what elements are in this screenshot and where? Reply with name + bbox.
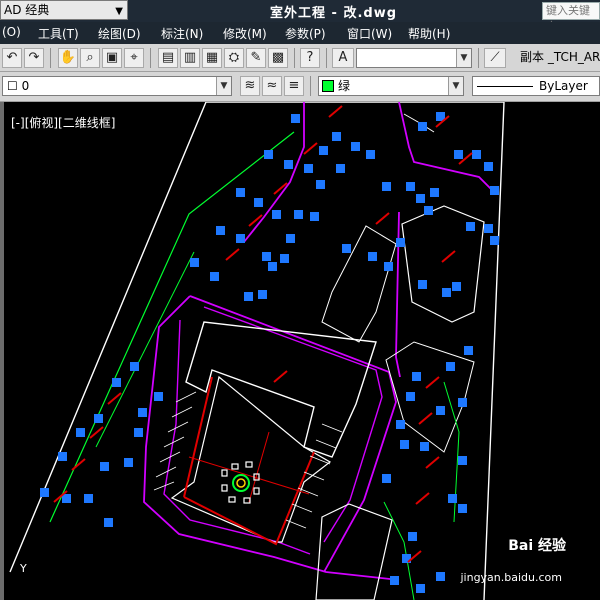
main-building [185, 321, 377, 458]
layer-previous-icon[interactable]: ≈ [262, 76, 282, 96]
menu-item-format[interactable]: (O) [2, 25, 21, 39]
chevron-down-icon: ▼ [115, 6, 123, 17]
linetype-preview [477, 86, 533, 87]
document-title: 室外工程 - 改.dwg [270, 6, 398, 21]
red-line-left [183, 376, 213, 498]
watermark-url: jingyan.baidu.com [460, 571, 562, 584]
zoom-realtime-icon[interactable]: ⌕ [80, 48, 100, 68]
linetype-value: ByLayer [539, 79, 588, 93]
pan-icon[interactable]: ✋ [58, 48, 78, 68]
fountain-rays [221, 461, 260, 504]
menu-item-parametric[interactable]: 参数(P) [285, 25, 326, 42]
layer-value: 0 [21, 79, 30, 93]
magenta-inner-loop [163, 319, 311, 555]
properties-icon[interactable]: ▤ [158, 48, 178, 68]
calculator-icon[interactable]: ▩ [268, 48, 288, 68]
workspace-dropdown[interactable]: AD 经典 ▼ [0, 0, 128, 20]
viewport-label[interactable]: [-][俯视][二维线框] [11, 114, 115, 131]
tool-palettes-icon[interactable]: ▦ [202, 48, 222, 68]
menu-item-modify[interactable]: 修改(M) [223, 25, 267, 42]
linetype-select[interactable]: ByLayer [472, 76, 600, 96]
layer-state-icon: ☐ [7, 79, 18, 93]
sheet-set-icon[interactable]: ⛭ [224, 48, 244, 68]
menu-item-help[interactable]: 帮助(H) [408, 25, 450, 42]
toolbar-separator [294, 48, 295, 68]
redo-icon[interactable]: ↷ [24, 48, 44, 68]
toolbar-separator [310, 76, 311, 96]
site-boundary [9, 102, 505, 600]
workspace-label: AD 经典 [4, 3, 50, 17]
chevron-down-icon: ▼ [216, 77, 231, 95]
layer-match-icon[interactable]: ≡ [284, 76, 304, 96]
text-style-select[interactable]: ▼ [356, 48, 472, 68]
zoom-previous-icon[interactable]: ⌖ [124, 48, 144, 68]
fountain-symbol [232, 474, 250, 492]
fountain-core [236, 478, 246, 488]
zoom-window-icon[interactable]: ▣ [102, 48, 122, 68]
color-value: 绿 [338, 79, 351, 93]
search-input[interactable]: 键入关键字 [542, 2, 600, 33]
markup-icon[interactable]: ✎ [246, 48, 266, 68]
color-select[interactable]: 绿 ▼ [318, 76, 464, 96]
toolbar-separator [50, 48, 51, 68]
title-bar: AD 经典 ▼ 室外工程 - 改.dwg 键入关键字 [0, 0, 600, 33]
toolbar-separator [150, 48, 151, 68]
layers-toolbar: ☐ 0 ▼ ≋ ≈ ≡ 绿 ▼ ByLayer [0, 72, 600, 102]
drawing-canvas[interactable]: [-][俯视][二维线框] Y [0, 102, 600, 600]
magenta-road-right-top [398, 102, 495, 193]
building-lower-right [385, 341, 475, 453]
toolbar-separator [478, 48, 479, 68]
building-mid-block [321, 225, 397, 343]
color-swatch [322, 80, 334, 92]
ucs-icon: Y [20, 562, 27, 575]
equipment-markers [40, 112, 499, 593]
standard-toolbar: ↶ ↷ ✋ ⌕ ▣ ⌖ ▤ ▥ ▦ ⛭ ✎ ▩ ? A ▼ ⟋ 副本 _TCH_… [0, 44, 600, 72]
chevron-down-icon: ▼ [456, 49, 471, 67]
menu-item-window[interactable]: 窗口(W) [347, 25, 392, 42]
toolbar-separator [326, 48, 327, 68]
dimension-style-icon[interactable]: ⟋ [484, 48, 506, 68]
menu-item-draw[interactable]: 绘图(D) [98, 25, 141, 42]
watermark-logo: Bai 经验 [508, 538, 566, 554]
layer-select[interactable]: ☐ 0 ▼ [2, 76, 232, 96]
green-line-right [383, 501, 415, 600]
plot-label-marks [53, 105, 473, 563]
chevron-down-icon: ▼ [448, 77, 463, 95]
cad-drawing[interactable] [4, 102, 600, 600]
undo-icon[interactable]: ↶ [2, 48, 22, 68]
text-style-icon[interactable]: A [332, 48, 354, 68]
menu-item-dimension[interactable]: 标注(N) [161, 25, 203, 42]
menu-bar: (O) 工具(T) 绘图(D) 标注(N) 修改(M) 参数(P) 窗口(W) … [0, 22, 600, 44]
design-center-icon[interactable]: ▥ [180, 48, 200, 68]
menu-item-tools[interactable]: 工具(T) [38, 25, 79, 42]
make-current-layer-icon[interactable]: ≋ [240, 76, 260, 96]
help-icon[interactable]: ? [300, 48, 320, 68]
magenta-road-loop-right [189, 295, 397, 573]
cad-window: AD 经典 ▼ 室外工程 - 改.dwg 键入关键字 (O) 工具(T) 绘图(… [0, 0, 600, 600]
dimension-style-value[interactable]: 副本 _TCH_ARC [520, 48, 600, 65]
